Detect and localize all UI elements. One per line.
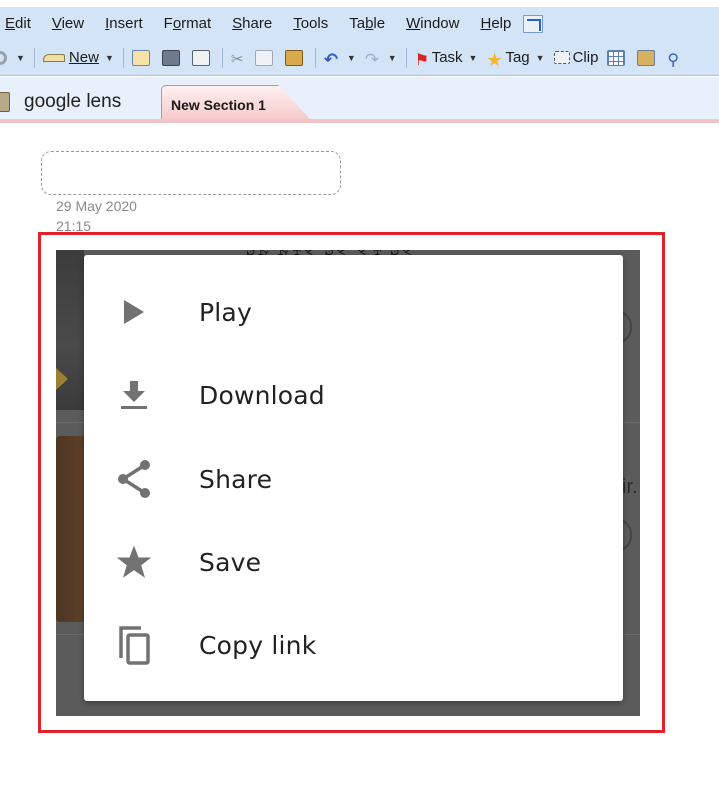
access-key: I xyxy=(105,15,110,32)
screen-clip-icon xyxy=(553,51,570,64)
copy-button[interactable] xyxy=(254,49,276,66)
notebook-label: google lens xyxy=(24,91,122,112)
copy-link-icon xyxy=(114,625,154,665)
access-key: S xyxy=(232,15,243,32)
new-page-icon xyxy=(42,53,65,62)
print-button[interactable] xyxy=(161,49,183,66)
task-button[interactable]: ⚑ Task ▼ xyxy=(414,49,478,69)
standard-toolbar: ▼ New ▼ ✂ ↶ ▼ ↷ ▼ ⚑ Task ▼ ★ Tag ▼ Clip … xyxy=(0,40,719,76)
copy-icon xyxy=(254,49,273,66)
redo-button[interactable]: ↷ ▼ xyxy=(364,49,397,69)
toolbar-separator xyxy=(122,47,124,68)
paste-icon xyxy=(284,49,303,66)
new-label: New xyxy=(68,49,99,66)
menu-bar: Edit View Insert Format Share Tools Tabl… xyxy=(0,7,719,40)
background-text-fragment: ir. xyxy=(622,476,638,498)
tab-new-section-1[interactable]: New Section 1 xyxy=(161,85,311,120)
more-icon: ⚲ xyxy=(667,51,680,69)
menu-table[interactable]: Table xyxy=(338,15,395,32)
section-tab-label: New Section 1 xyxy=(171,97,266,113)
new-button[interactable]: New ▼ xyxy=(42,49,114,66)
tag-dropdown-caret[interactable]: ▼ xyxy=(536,53,545,63)
window-top-strip xyxy=(0,0,719,7)
toolbar-separator xyxy=(314,47,316,68)
task-label: Task xyxy=(431,49,463,66)
background-thumbnail-book xyxy=(56,436,84,622)
back-button[interactable]: ▼ xyxy=(0,50,25,65)
cut-icon: ✂ xyxy=(230,50,244,68)
menu-item-label: Download xyxy=(199,380,325,410)
menu-item-label: Share xyxy=(199,464,273,494)
background-thumbnail-video xyxy=(56,250,84,410)
share-icon xyxy=(114,459,154,499)
research-icon xyxy=(637,49,656,66)
menu-insert[interactable]: Insert xyxy=(94,15,153,32)
menu-share[interactable]: Share xyxy=(221,15,282,32)
toolbar-separator xyxy=(221,47,223,68)
undo-icon: ↶ xyxy=(323,49,339,69)
paste-button[interactable] xyxy=(284,49,306,66)
menu-view[interactable]: View xyxy=(41,15,94,32)
access-key: W xyxy=(406,15,421,32)
email-page-icon xyxy=(131,49,150,66)
access-key: T xyxy=(293,15,301,32)
back-circle-icon xyxy=(0,50,7,65)
new-dropdown-caret[interactable]: ▼ xyxy=(105,53,114,63)
clip-button[interactable]: Clip xyxy=(553,49,599,66)
tag-label: Tag xyxy=(505,49,530,66)
back-dropdown-caret[interactable]: ▼ xyxy=(16,53,25,63)
notebook-icon xyxy=(0,92,10,112)
menu-item-label: Copy link xyxy=(199,630,317,660)
tag-button[interactable]: ★ Tag ▼ xyxy=(486,49,545,70)
flag-icon: ⚑ xyxy=(414,51,430,69)
menu-item-share[interactable]: Share xyxy=(84,437,623,521)
clip-label: Clip xyxy=(572,49,599,66)
access-key: E xyxy=(5,15,16,32)
redo-icon: ↷ xyxy=(364,49,380,69)
insert-table-button[interactable] xyxy=(607,49,628,66)
menu-item-play[interactable]: Play xyxy=(84,270,623,354)
print-preview-button[interactable] xyxy=(191,49,213,66)
page-time: 21:15 xyxy=(56,218,92,233)
insert-table-icon xyxy=(607,49,626,66)
menu-item-copy-link[interactable]: Copy link xyxy=(84,603,623,687)
menu-edit[interactable]: Edit xyxy=(0,15,41,32)
task-dropdown-caret[interactable]: ▼ xyxy=(469,53,478,63)
play-icon xyxy=(114,292,154,332)
undo-button[interactable]: ↶ ▼ xyxy=(323,49,356,69)
access-key: b xyxy=(365,15,374,32)
menu-item-save[interactable]: Save xyxy=(84,520,623,604)
toolbar-separator xyxy=(405,47,407,68)
share-menu-card: Play Download Share Save Copy link xyxy=(84,255,623,701)
star-icon xyxy=(114,542,154,582)
page-title-input[interactable] xyxy=(41,151,341,195)
redo-dropdown-caret[interactable]: ▼ xyxy=(388,53,397,63)
access-key: V xyxy=(51,15,62,32)
menu-tools[interactable]: Tools xyxy=(282,15,338,32)
more-button[interactable]: ⚲ xyxy=(667,50,682,69)
menu-help[interactable]: Help xyxy=(469,15,521,32)
notebook-name[interactable]: google lens xyxy=(0,91,121,113)
menu-format[interactable]: Format xyxy=(153,15,222,32)
access-key: o xyxy=(172,15,182,32)
print-preview-icon xyxy=(191,49,210,66)
dock-to-desktop-icon[interactable] xyxy=(523,14,544,33)
toolbar-separator xyxy=(33,47,35,68)
menu-item-download[interactable]: Download xyxy=(84,353,623,437)
menu-window[interactable]: Window xyxy=(395,15,469,32)
cut-button[interactable]: ✂ xyxy=(230,50,246,68)
tag-star-icon: ★ xyxy=(486,49,503,70)
access-key: H xyxy=(480,15,492,32)
email-page-button[interactable] xyxy=(131,49,153,66)
download-icon xyxy=(114,375,154,415)
undo-dropdown-caret[interactable]: ▼ xyxy=(347,53,356,63)
section-color-strip xyxy=(0,119,719,123)
menu-item-label: Play xyxy=(199,297,252,327)
research-button[interactable] xyxy=(637,49,658,66)
page-date: 29 May 2020 xyxy=(56,198,137,214)
print-icon xyxy=(161,49,180,66)
menu-item-label: Save xyxy=(199,547,262,577)
section-tab-bar: google lens New Section 1 xyxy=(0,77,719,123)
